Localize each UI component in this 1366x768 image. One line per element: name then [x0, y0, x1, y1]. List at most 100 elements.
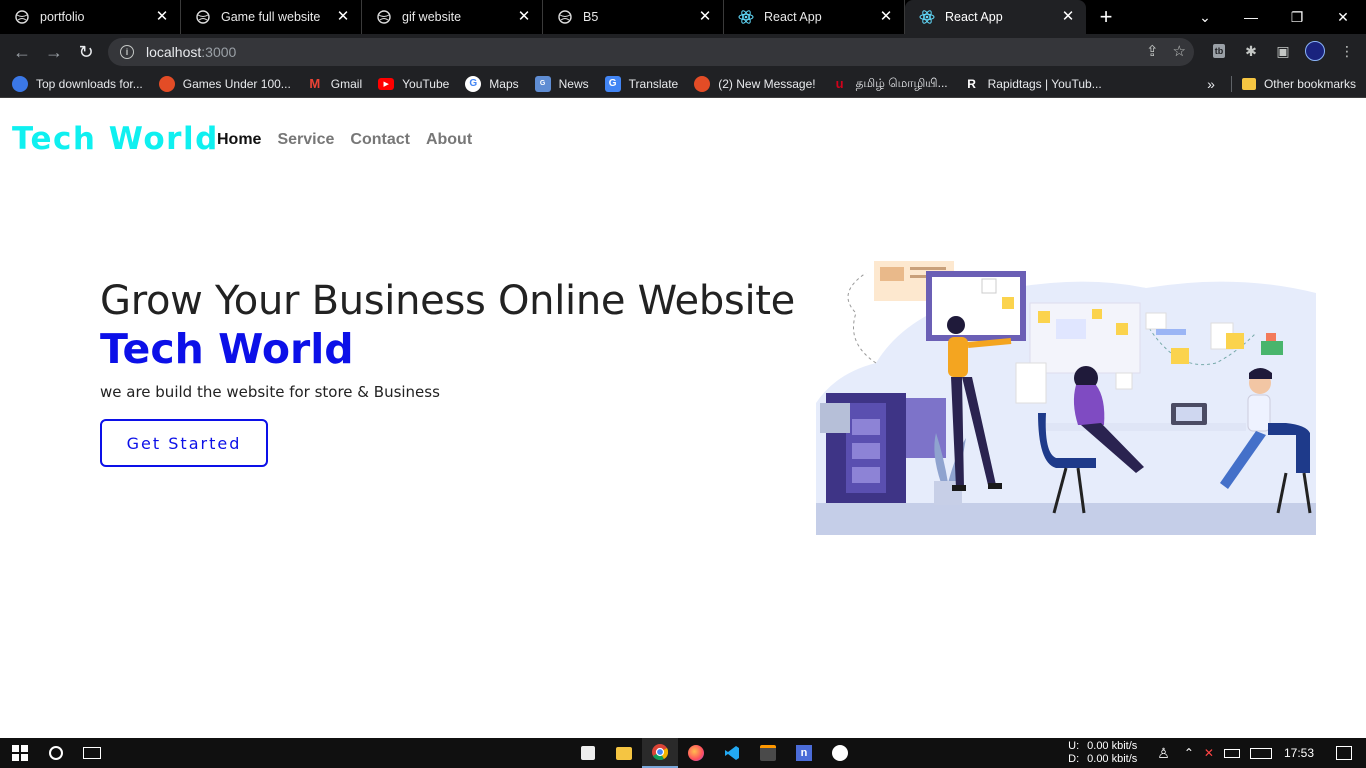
globe-icon — [195, 9, 211, 25]
network-icon[interactable]: ✕ — [1204, 746, 1214, 760]
web-page: Tech World Home Service Contact About Gr… — [0, 103, 1366, 738]
info-icon[interactable]: i — [120, 45, 134, 59]
share-icon[interactable]: ⇪ — [1146, 42, 1159, 60]
close-icon[interactable]: ✕ — [516, 9, 532, 25]
bookmark-label: தமிழ் மொழியி... — [855, 75, 948, 90]
bookmark-label: News — [558, 76, 589, 91]
browser-tab[interactable]: React App ✕ — [724, 0, 905, 34]
app-icon[interactable] — [822, 738, 858, 768]
tab-title: React App — [764, 10, 822, 24]
get-started-button[interactable]: Get Started — [100, 419, 268, 467]
bookmark-item[interactable]: M Gmail — [307, 76, 362, 92]
bookmark-favicon-icon — [12, 75, 28, 92]
nav-about[interactable]: About — [426, 131, 472, 149]
bookmark-favicon-icon: u — [835, 76, 844, 91]
close-icon[interactable]: ✕ — [697, 9, 713, 25]
clock[interactable]: 17:53 — [1284, 746, 1314, 760]
other-bookmarks[interactable]: Other bookmarks — [1264, 77, 1356, 91]
file-explorer-icon[interactable] — [606, 738, 642, 768]
bookmark-favicon-icon — [694, 75, 711, 92]
bookmarks-overflow-button[interactable]: » — [1207, 76, 1215, 92]
hero-title: Grow Your Business Online Website — [100, 278, 795, 324]
browser-tab[interactable]: portfolio ✕ — [0, 0, 181, 34]
task-view-icon[interactable] — [74, 738, 110, 768]
bookmark-label: YouTube — [402, 76, 450, 91]
site-logo[interactable]: Tech World — [12, 121, 219, 157]
bookmark-star-icon[interactable]: ☆ — [1173, 42, 1186, 60]
close-icon[interactable]: ✕ — [154, 9, 170, 25]
hero-brand: Tech World — [100, 325, 354, 373]
bookmark-item[interactable]: G News — [534, 75, 589, 92]
translate-icon: G — [604, 75, 621, 92]
new-tab-button[interactable]: + — [1086, 0, 1126, 34]
nav-home[interactable]: Home — [217, 131, 261, 149]
tab-title: B5 — [583, 10, 599, 24]
tab-title: portfolio — [40, 10, 85, 24]
sublime-icon[interactable] — [750, 738, 786, 768]
bookmark-item[interactable]: G Translate — [604, 75, 678, 92]
bookmark-item[interactable]: ▶ YouTube — [378, 77, 449, 91]
bookmark-item[interactable]: Top downloads for... — [12, 75, 143, 92]
chevron-up-icon[interactable]: ⌃ — [1184, 746, 1194, 760]
bookmark-label: Rapidtags | YouTub... — [987, 76, 1102, 91]
bookmark-label: Top downloads for... — [36, 76, 143, 91]
hero-illustration — [816, 261, 1316, 535]
avatar[interactable] — [1304, 40, 1326, 62]
search-icon[interactable] — [38, 738, 74, 768]
bookmark-item[interactable]: Games Under 100... — [158, 75, 291, 92]
restore-button[interactable]: ❐ — [1274, 0, 1320, 34]
react-icon — [738, 9, 754, 25]
notification-icon[interactable] — [1336, 746, 1352, 760]
reload-button[interactable]: ↻ — [70, 36, 102, 68]
bookmark-label: Gmail — [330, 76, 363, 91]
address-bar[interactable]: i localhost:3000 ⇪ ☆ — [108, 38, 1194, 66]
puzzle-icon[interactable]: ✱ — [1240, 40, 1262, 62]
tab-strip: portfolio ✕ Game full website ✕ gif webs… — [0, 0, 1366, 34]
vscode-icon[interactable] — [714, 738, 750, 768]
browser-tab-active[interactable]: React App ✕ — [905, 0, 1086, 34]
browser-tab[interactable]: B5 ✕ — [543, 0, 724, 34]
window-controls: ⌄ — ❐ ✕ — [1182, 0, 1366, 34]
tab-search-icon[interactable]: ⌄ — [1182, 0, 1228, 34]
close-icon[interactable]: ✕ — [335, 9, 351, 25]
globe-icon — [557, 9, 573, 25]
windows-taskbar: n U: D: 0.00 kbit/s 0.00 kbit/s ♙ ⌃ ✕ 17:… — [0, 738, 1366, 768]
bookmark-item[interactable]: u தமிழ் மொழியி... — [832, 76, 948, 92]
net-up-speed: 0.00 kbit/s — [1087, 740, 1138, 752]
forward-button[interactable]: → — [38, 36, 70, 68]
chrome-icon[interactable] — [642, 738, 678, 768]
firefox-icon[interactable] — [678, 738, 714, 768]
tab-title: Game full website — [221, 10, 321, 24]
nav-service[interactable]: Service — [277, 131, 334, 149]
bookmark-label: Maps — [489, 76, 519, 91]
bookmark-item[interactable]: (2) New Message! — [694, 75, 816, 92]
menu-icon[interactable]: ⋮ — [1336, 40, 1358, 62]
people-icon[interactable]: ♙ — [1157, 745, 1170, 762]
extension-icon[interactable]: tb — [1208, 40, 1230, 62]
nav-contact[interactable]: Contact — [350, 131, 410, 149]
bookmark-favicon-icon — [158, 75, 175, 92]
rapidtags-icon: R — [967, 76, 976, 91]
side-panel-icon[interactable]: ▣ — [1272, 40, 1294, 62]
bookmark-item[interactable]: G Maps — [465, 75, 519, 92]
battery-icon[interactable] — [1223, 748, 1240, 758]
browser-tab[interactable]: gif website ✕ — [362, 0, 543, 34]
store-icon[interactable] — [570, 738, 606, 768]
close-icon[interactable]: ✕ — [878, 9, 894, 25]
globe-icon — [14, 9, 30, 25]
tab-title: gif website — [402, 10, 462, 24]
minimize-button[interactable]: — — [1228, 0, 1274, 34]
divider — [1230, 76, 1232, 92]
close-icon[interactable]: ✕ — [1060, 9, 1076, 25]
browser-tab[interactable]: Game full website ✕ — [181, 0, 362, 34]
youtube-icon: ▶ — [378, 77, 395, 90]
keyboard-icon[interactable] — [1249, 747, 1272, 759]
bookmark-item[interactable]: R Rapidtags | YouTub... — [964, 76, 1102, 92]
net-labels: U: D: — [1068, 740, 1079, 766]
windows-start-icon[interactable] — [2, 738, 38, 768]
browser-toolbar: ← → ↻ i localhost:3000 ⇪ ☆ tb ✱ ▣ ⋮ — [0, 34, 1366, 70]
notion-icon[interactable]: n — [786, 738, 822, 768]
system-tray: U: D: 0.00 kbit/s 0.00 kbit/s ♙ ⌃ ✕ 17:53 — [1068, 738, 1366, 768]
back-button[interactable]: ← — [6, 36, 38, 68]
close-window-button[interactable]: ✕ — [1320, 0, 1366, 34]
